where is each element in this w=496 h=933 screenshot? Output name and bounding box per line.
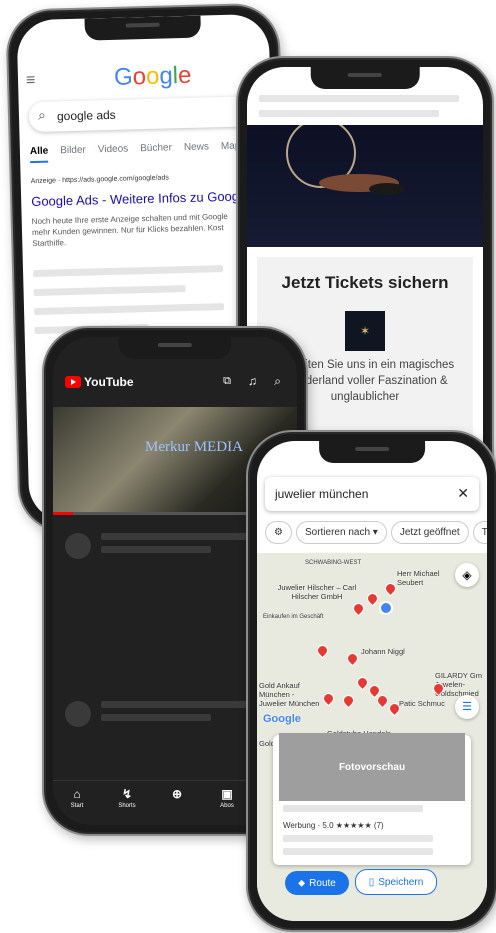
filter-icon-chip[interactable]: ⚙	[265, 521, 292, 544]
bell-icon[interactable]: ♫	[248, 374, 257, 388]
ad-description: Noch heute Ihre erste Anzeige schalten u…	[31, 211, 228, 249]
google-header: ≡ Google ⌕ google ads Alle Bilder Videos Bü…	[18, 54, 270, 335]
bookmark-icon: ▯	[368, 876, 375, 888]
map-pin[interactable]	[314, 642, 331, 659]
plus-circle-icon: ⊕	[171, 787, 183, 801]
map-pin[interactable]	[350, 600, 367, 617]
tab-videos[interactable]: Videos	[98, 144, 129, 156]
acrobat-image	[286, 118, 405, 195]
place-label[interactable]: Patic Schmuc	[399, 699, 445, 708]
place-label[interactable]: Johann Niggl	[361, 647, 405, 656]
placeholder-detail	[283, 835, 433, 842]
photo-preview[interactable]: Fotovorschau	[279, 733, 465, 801]
brand-logo-icon: ✶	[345, 311, 385, 351]
shorts-icon: ↯	[121, 787, 133, 801]
filter-chips: ⚙Sortieren nach ▾Jetzt geöffnetTop b	[265, 521, 487, 544]
home-icon: ⌂	[73, 787, 81, 801]
map-pin[interactable]	[340, 692, 357, 709]
placeholder-results	[33, 265, 225, 335]
search-icon[interactable]: ⌕	[274, 374, 281, 389]
subscriptions-icon: ▣	[221, 787, 233, 801]
nav-create[interactable]: ⊕	[157, 787, 197, 803]
placeholder-text	[259, 95, 459, 117]
tab-news[interactable]: News	[184, 141, 209, 153]
notch	[118, 337, 232, 359]
youtube-logo[interactable]: YouTube	[65, 375, 134, 389]
nav-shorts[interactable]: ↯ Shorts	[107, 787, 147, 809]
ad-title-link[interactable]: Google Ads - Weitere Infos zu Google	[31, 188, 249, 209]
route-button[interactable]: ⬥ Route	[285, 871, 349, 895]
place-sublabel: Einkaufen im Geschäft	[263, 614, 324, 620]
nav-home[interactable]: ⌂ Start	[57, 787, 97, 809]
notch	[84, 15, 201, 41]
route-icon: ⬥	[298, 877, 306, 889]
save-button[interactable]: ▯ Speichern	[355, 869, 437, 895]
tab-all[interactable]: Alle	[29, 145, 49, 164]
ad-headline: Jetzt Tickets sichern	[281, 273, 449, 292]
menu-icon[interactable]: ≡	[26, 72, 36, 90]
google-logo: Google	[113, 61, 192, 91]
maps-screen: juwelier münchen ✕ ⚙ Sortieren nach ▾ Jetz…	[257, 441, 487, 921]
map-pin[interactable]	[344, 650, 361, 667]
map-pin[interactable]	[382, 580, 399, 597]
layers-icon[interactable]: ◈	[455, 563, 479, 587]
cast-icon[interactable]: ⧉	[223, 375, 231, 388]
search-icon: ⌕	[37, 106, 47, 123]
placeholder-detail	[283, 848, 433, 855]
search-input[interactable]: ⌕ google ads	[28, 96, 260, 133]
map-pin[interactable]	[320, 690, 337, 707]
google-map-logo: Google	[263, 713, 301, 725]
place-label[interactable]: Gold Ankauf München - Juwelier München	[259, 681, 321, 708]
play-logo-icon	[65, 376, 81, 388]
tab-images[interactable]: Bilder	[60, 145, 86, 157]
ad-image[interactable]	[247, 118, 483, 247]
search-tabs: Alle Bilder Videos Bücher News Map	[29, 140, 253, 164]
list-icon[interactable]: ☰	[455, 695, 479, 719]
notch	[319, 441, 425, 463]
my-location-dot	[379, 601, 393, 615]
notch	[310, 67, 420, 89]
area-label: SCHWABING-WEST	[305, 560, 362, 566]
maps-search-input[interactable]: juwelier münchen ✕	[265, 477, 479, 511]
placeholder-title	[283, 805, 423, 812]
rating-line: Werbung · 5.0 ★★★★★ (7)	[283, 821, 384, 830]
map-pin[interactable]	[364, 590, 381, 607]
nav-subscriptions[interactable]: ▣ Abos	[207, 787, 247, 809]
phone-maps: juwelier münchen ✕ ⚙ Sortieren nach ▾ Jetz…	[246, 430, 496, 932]
youtube-header: YouTube ⧉ ♫ ⌕	[53, 367, 297, 399]
tab-books[interactable]: Bücher	[140, 142, 172, 154]
chip-open-now[interactable]: Jetzt geöffnet	[390, 521, 469, 544]
video-overlay-text: Merkur MEDIA	[145, 439, 243, 455]
close-icon[interactable]: ✕	[457, 485, 469, 502]
ad-label: Anzeige · https://ads.google.com/google/…	[30, 174, 169, 186]
chip-top[interactable]: Top b	[472, 521, 487, 544]
place-label[interactable]: Juwelier Hilscher – Carl Hilscher GmbH	[277, 583, 357, 601]
chip-sort[interactable]: Sortieren nach ▾	[295, 521, 387, 544]
